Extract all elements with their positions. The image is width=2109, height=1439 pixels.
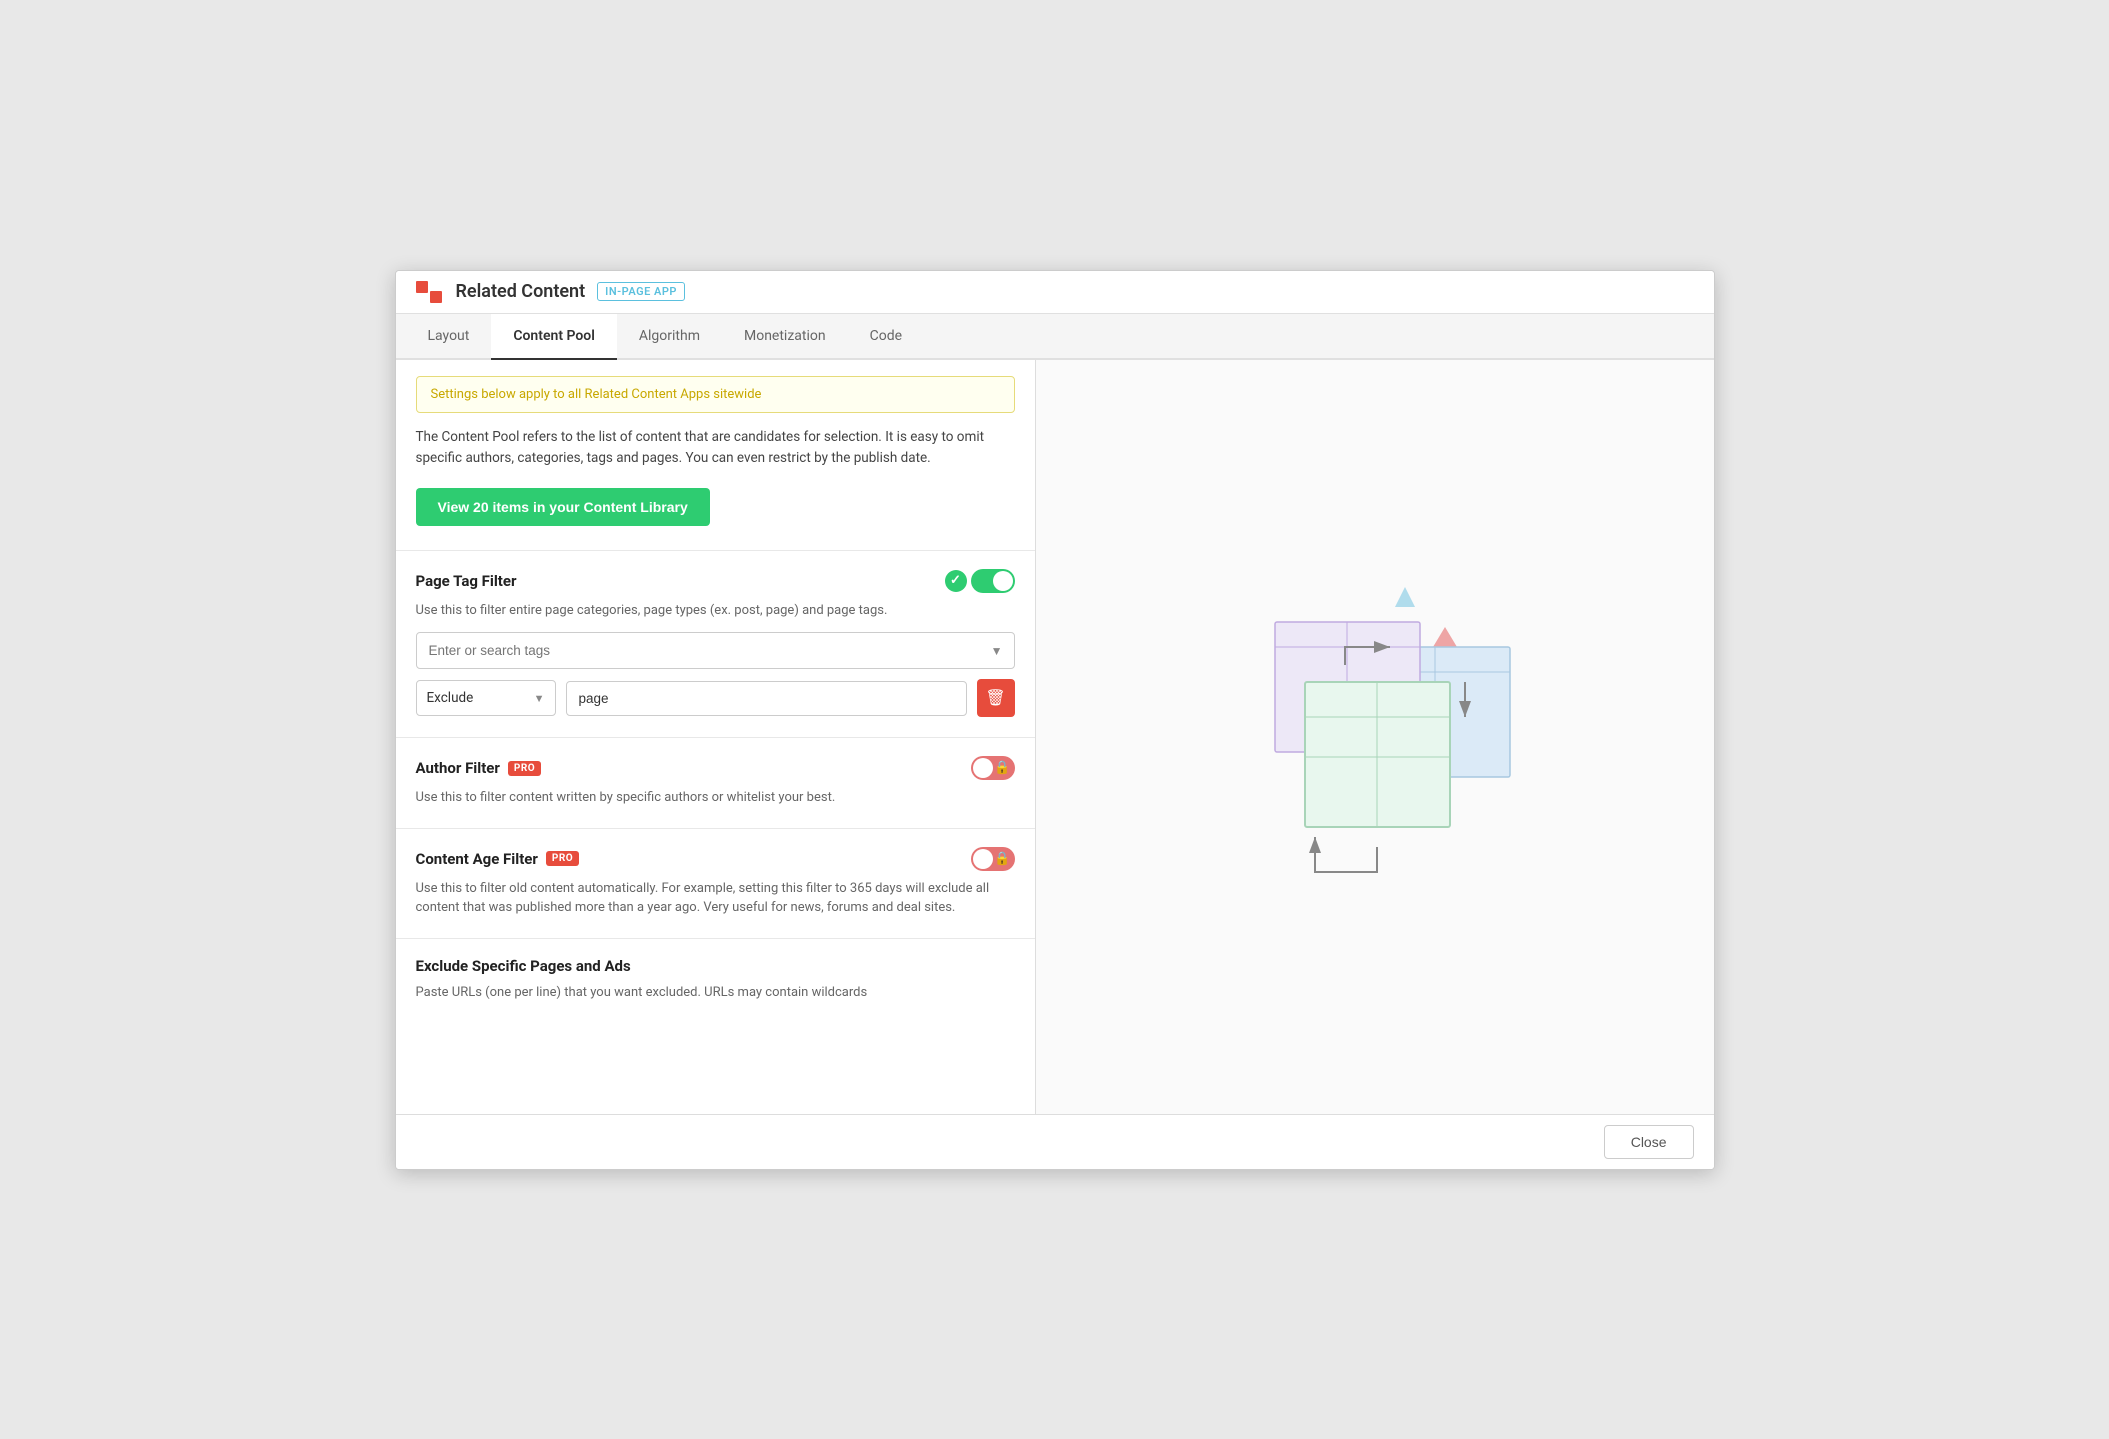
- toggle-check-icon: [945, 570, 967, 592]
- tag-row: Exclude ▼ 🗑: [416, 679, 1015, 717]
- page-tag-toggle[interactable]: [971, 569, 1015, 593]
- tag-search-wrapper: ▼: [416, 632, 1015, 669]
- exclude-select[interactable]: Exclude ▼: [416, 680, 556, 716]
- tab-bar: Layout Content Pool Algorithm Monetizati…: [396, 314, 1714, 360]
- tab-code[interactable]: Code: [848, 314, 924, 360]
- page-tag-filter-header: Page Tag Filter: [416, 569, 1015, 593]
- exclude-label: Exclude: [427, 690, 474, 706]
- tab-layout[interactable]: Layout: [406, 314, 492, 360]
- content-age-filter-desc: Use this to filter old content automatic…: [416, 879, 1015, 918]
- page-tag-filter-desc: Use this to filter entire page categorie…: [416, 601, 1015, 621]
- tab-monetization[interactable]: Monetization: [722, 314, 848, 360]
- content-age-toggle-knob: [973, 849, 993, 869]
- content-pool-description: The Content Pool refers to the list of c…: [416, 427, 1015, 470]
- content-age-toggle[interactable]: 🔒: [971, 847, 1015, 871]
- trash-icon: 🗑: [985, 688, 1005, 708]
- author-toggle-container: 🔒: [971, 756, 1015, 780]
- preview-svg: [1215, 557, 1535, 917]
- author-filter-title: Author Filter PRO: [416, 759, 542, 777]
- author-filter-desc: Use this to filter content written by sp…: [416, 788, 1015, 808]
- exclude-pages-title: Exclude Specific Pages and Ads: [416, 957, 631, 975]
- page-tag-filter-title: Page Tag Filter: [416, 572, 517, 590]
- content-age-filter-header: Content Age Filter PRO 🔒: [416, 847, 1015, 871]
- exclude-pages-section: Exclude Specific Pages and Ads Paste URL…: [416, 957, 1015, 1003]
- author-toggle-knob: [973, 758, 993, 778]
- toggle-knob: [993, 571, 1013, 591]
- exclude-select-arrow: ▼: [534, 692, 545, 705]
- notice-bar: Settings below apply to all Related Cont…: [416, 376, 1015, 413]
- main-area: Settings below apply to all Related Cont…: [396, 360, 1714, 1114]
- divider-4: [396, 938, 1035, 939]
- lock-icon: 🔒: [994, 761, 1010, 776]
- view-library-button[interactable]: View 20 items in your Content Library: [416, 488, 710, 526]
- left-panel: Settings below apply to all Related Cont…: [396, 360, 1036, 1114]
- tag-value-input[interactable]: [566, 681, 967, 716]
- exclude-pages-desc: Paste URLs (one per line) that you want …: [416, 983, 1015, 1003]
- modal-footer: Close: [396, 1114, 1714, 1169]
- author-pro-badge: PRO: [508, 761, 541, 776]
- logo: [416, 281, 444, 303]
- right-panel-preview: [1036, 360, 1714, 1114]
- modal-header: Related Content IN-PAGE APP: [396, 271, 1714, 314]
- modal: Related Content IN-PAGE APP Layout Conte…: [395, 270, 1715, 1170]
- modal-title: Related Content: [456, 281, 586, 302]
- content-age-filter-title: Content Age Filter PRO: [416, 850, 580, 868]
- logo-icon: [416, 281, 444, 303]
- divider-2: [396, 737, 1035, 738]
- author-filter-header: Author Filter PRO 🔒: [416, 756, 1015, 780]
- dropdown-arrow-icon: ▼: [991, 644, 1003, 658]
- author-toggle[interactable]: 🔒: [971, 756, 1015, 780]
- divider-3: [396, 828, 1035, 829]
- notice-text: Settings below apply to all Related Cont…: [431, 387, 762, 402]
- content-age-pro-badge: PRO: [546, 851, 579, 866]
- content-age-lock-icon: 🔒: [994, 851, 1010, 866]
- tab-content-pool[interactable]: Content Pool: [491, 314, 617, 360]
- exclude-pages-header: Exclude Specific Pages and Ads: [416, 957, 1015, 975]
- author-filter-section: Author Filter PRO 🔒 Use this to filter c…: [416, 756, 1015, 808]
- page-tag-filter-section: Page Tag Filter Use this to filter entir…: [416, 569, 1015, 718]
- tab-algorithm[interactable]: Algorithm: [617, 314, 722, 360]
- content-age-toggle-container: 🔒: [971, 847, 1015, 871]
- inpage-badge: IN-PAGE APP: [597, 282, 685, 301]
- divider-1: [396, 550, 1035, 551]
- tag-search-input[interactable]: [416, 632, 1015, 669]
- content-age-filter-section: Content Age Filter PRO 🔒 Use this to fil…: [416, 847, 1015, 918]
- close-button[interactable]: Close: [1604, 1125, 1694, 1159]
- page-tag-toggle-container: [945, 569, 1015, 593]
- logo-square-1: [416, 281, 428, 293]
- logo-square-2: [430, 291, 442, 303]
- delete-tag-button[interactable]: 🗑: [977, 679, 1015, 717]
